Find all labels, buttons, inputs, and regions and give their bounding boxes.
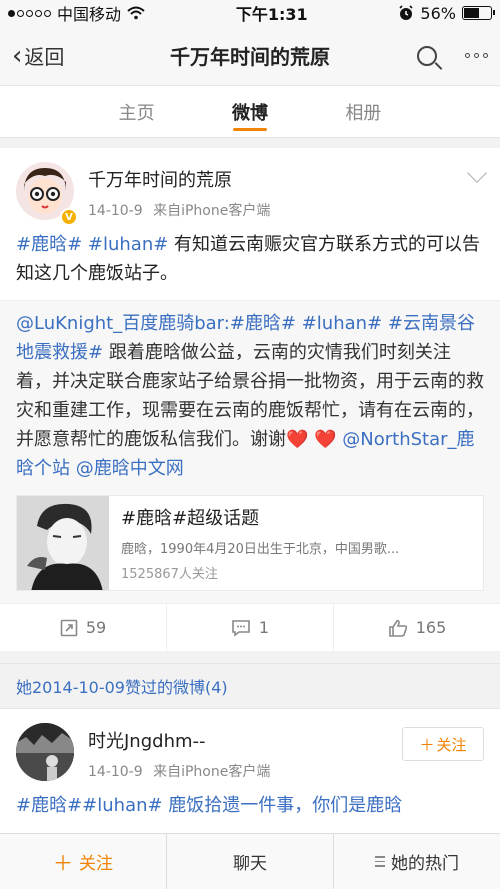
hashtag-luhan-en[interactable]: #luhan# xyxy=(88,234,168,255)
carrier-label: 中国移动 xyxy=(57,5,122,24)
tab-album[interactable]: 相册 xyxy=(335,86,391,137)
avatar-2[interactable] xyxy=(16,723,74,781)
topic-photo xyxy=(17,496,109,590)
post-action-bar: 59 1 165 xyxy=(0,603,500,651)
bottom-toolbar: ＋ 关注 聊天 她的热门 xyxy=(0,833,500,889)
topic-card[interactable]: #鹿晗#超级话题 鹿晗，1990年4月20日出生于北京，中国男歌... 1525… xyxy=(16,495,484,591)
follow-button[interactable]: ＋ 关注 xyxy=(402,727,484,761)
avatar-2-image xyxy=(16,723,74,781)
post-meta-2: 14-10-9 来自iPhone客户端 xyxy=(88,761,276,781)
profile-tabs: 主页 微博 相册 xyxy=(0,86,500,138)
repost-button[interactable]: 59 xyxy=(0,604,166,651)
wifi-icon xyxy=(127,6,145,20)
status-bar: 中国移动 下午1:31 56% xyxy=(0,0,500,26)
post-body: 有知道云南赈灾官方联系方式的可以告知这几个鹿饭站子。 xyxy=(16,234,481,284)
follow-bottom-button[interactable]: ＋ 关注 xyxy=(0,834,166,889)
follow-bottom-label: 关注 xyxy=(79,854,113,874)
nav-bar: ‹ 返回 千万年时间的荒原 xyxy=(0,26,500,86)
author-info: 千万年时间的荒原 14-10-9 来自iPhone客户端 xyxy=(88,162,276,220)
topic-image xyxy=(17,496,109,590)
plus-icon: ＋ xyxy=(419,735,435,754)
repost-block[interactable]: @LuKnight_百度鹿骑bar:#鹿晗# #luhan# #云南景谷地震救援… xyxy=(0,300,500,603)
status-right: 56% xyxy=(398,3,495,23)
repost-mention[interactable]: @LuKnight_百度鹿骑bar xyxy=(16,313,224,334)
post-2-preview: #鹿晗##luhan# 鹿饭拾遗一件事，你们是鹿晗 xyxy=(16,795,403,816)
post-header-2: 时光Jngdhm-- 14-10-9 来自iPhone客户端 ＋ 关注 xyxy=(0,709,500,781)
post-card: V 千万年时间的荒原 14-10-9 来自iPhone客户端 #鹿晗# #luh… xyxy=(0,148,500,651)
page-title: 千万年时间的荒原 xyxy=(170,45,330,69)
battery-fill xyxy=(463,8,479,18)
post-source-2: 来自iPhone客户端 xyxy=(153,764,271,780)
topic-description: 鹿晗，1990年4月20日出生于北京，中国男歌... xyxy=(121,542,400,557)
follow-label: 关注 xyxy=(436,735,467,754)
heart-emoji: ❤️ ❤️ xyxy=(286,429,337,450)
battery-percent: 56% xyxy=(420,3,456,23)
tab-weibo[interactable]: 微博 xyxy=(222,86,278,137)
topic-title: #鹿晗#超级话题 xyxy=(121,508,260,529)
chat-button[interactable]: 聊天 xyxy=(166,834,333,889)
author-name[interactable]: 千万年时间的荒原 xyxy=(88,166,276,192)
post-text: #鹿晗# #luhan# 有知道云南赈灾官方联系方式的可以告知这几个鹿饭站子。 xyxy=(0,220,500,300)
post-source: 来自iPhone客户端 xyxy=(153,203,271,219)
menu-lines-icon xyxy=(375,856,385,867)
comment-count: 1 xyxy=(258,618,270,637)
like-count: 165 xyxy=(415,618,447,637)
post-date: 14-10-9 xyxy=(88,203,143,219)
post-text-2: #鹿晗##luhan# 鹿饭拾遗一件事，你们是鹿晗 xyxy=(0,781,500,832)
thumbs-up-icon xyxy=(388,619,407,637)
hot-posts-button[interactable]: 她的热门 xyxy=(333,834,500,889)
like-button[interactable]: 165 xyxy=(333,604,500,651)
status-left: 中国移动 xyxy=(8,1,145,25)
chevron-left-icon: ‹ xyxy=(12,40,23,71)
search-icon[interactable] xyxy=(417,45,437,66)
comment-icon xyxy=(232,619,250,637)
back-label: 返回 xyxy=(24,45,65,69)
post-meta: 14-10-9 来自iPhone客户端 xyxy=(88,200,276,220)
battery-icon xyxy=(461,6,495,20)
repost-icon xyxy=(60,619,78,636)
topic-body: #鹿晗#超级话题 鹿晗，1990年4月20日出生于北京，中国男歌... 1525… xyxy=(109,496,483,590)
author-name-2[interactable]: 时光Jngdhm-- xyxy=(88,727,276,753)
post-header: V 千万年时间的荒原 14-10-9 来自iPhone客户端 xyxy=(0,148,500,226)
signal-strength-icon xyxy=(8,9,51,17)
author-info-2: 时光Jngdhm-- 14-10-9 来自iPhone客户端 xyxy=(88,723,276,781)
liked-posts-header[interactable]: 她2014-10-09赞过的微博(4) xyxy=(0,663,500,709)
chevron-down-icon[interactable] xyxy=(467,163,487,183)
hot-posts-label: 她的热门 xyxy=(391,854,459,874)
comment-button[interactable]: 1 xyxy=(166,604,333,651)
topic-follow-count: 1525867人关注 xyxy=(121,567,218,582)
hashtag-luhan[interactable]: #鹿晗# xyxy=(16,234,82,255)
nav-actions xyxy=(398,45,488,66)
alarm-icon xyxy=(399,5,413,20)
status-time: 下午1:31 xyxy=(235,5,308,24)
plus-icon-bottom: ＋ xyxy=(53,851,73,875)
back-button[interactable]: ‹ 返回 xyxy=(12,41,102,70)
repost-mention-cn[interactable]: @鹿晗中文网 xyxy=(76,458,184,479)
post-date-2: 14-10-9 xyxy=(88,764,143,780)
repost-count: 59 xyxy=(85,618,107,637)
verified-badge-icon: V xyxy=(60,208,78,226)
more-icon[interactable] xyxy=(465,53,488,58)
tab-home[interactable]: 主页 xyxy=(109,86,165,137)
repost-text: @LuKnight_百度鹿骑bar:#鹿晗# #luhan# #云南景谷地震救援… xyxy=(16,309,484,483)
chat-label: 聊天 xyxy=(233,854,267,874)
